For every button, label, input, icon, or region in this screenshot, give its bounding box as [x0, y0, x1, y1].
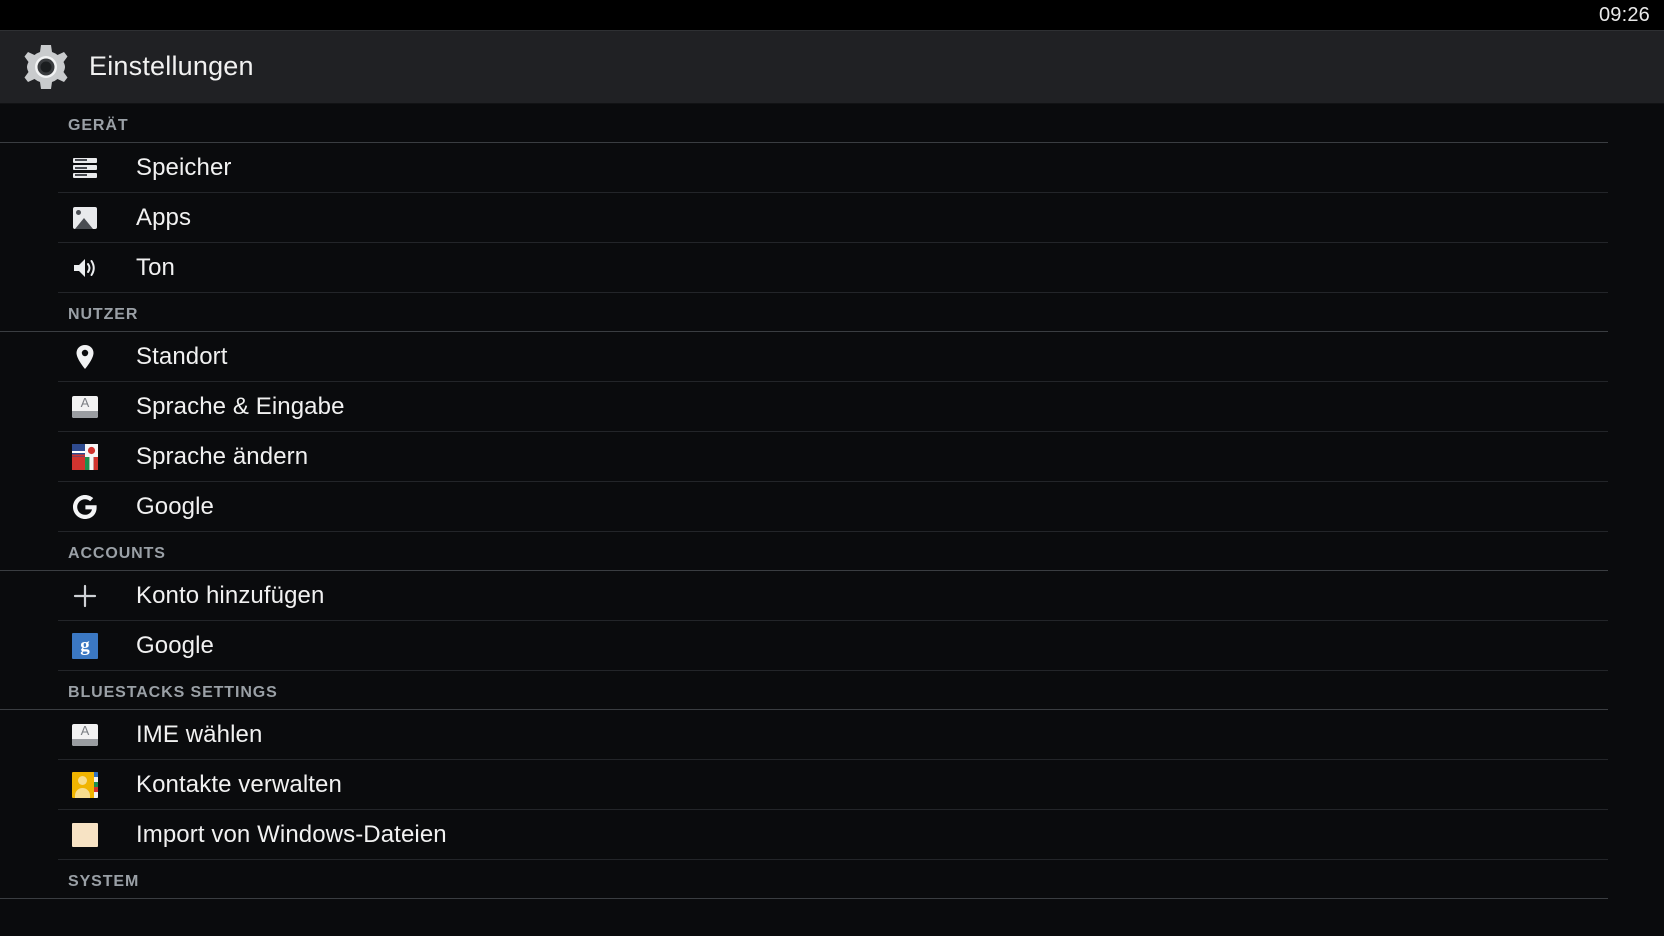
- list-item-label: Speicher: [136, 153, 232, 181]
- plus-icon: [58, 583, 112, 609]
- page-title: Einstellungen: [89, 51, 254, 81]
- list-item-label: Sprache ändern: [136, 442, 309, 470]
- storage-icon: [58, 157, 112, 178]
- list-item-label: IME wählen: [136, 720, 263, 748]
- keyboard-icon: A: [58, 723, 112, 746]
- list-item-add-account[interactable]: Konto hinzufügen: [58, 571, 1608, 621]
- list-item-choose-ime[interactable]: A IME wählen: [58, 710, 1608, 760]
- google-account-icon: g: [58, 632, 112, 659]
- list-item-label: Sprache & Eingabe: [136, 392, 345, 420]
- list-item-label: Standort: [136, 342, 228, 370]
- sound-speaker-icon: [58, 256, 112, 280]
- action-bar: Einstellungen: [0, 30, 1664, 104]
- list-item-label: Ton: [136, 253, 175, 281]
- section-header-accounts: ACCOUNTS: [0, 532, 1608, 571]
- list-item-manage-contacts[interactable]: Kontakte verwalten: [58, 760, 1608, 810]
- gear-icon[interactable]: [18, 39, 74, 95]
- location-pin-icon: [58, 344, 112, 370]
- apps-image-icon: [58, 206, 112, 229]
- status-bar: 09:26: [0, 0, 1664, 30]
- list-item-import-windows-files[interactable]: Import von Windows-Dateien: [58, 810, 1608, 860]
- list-item-label: Import von Windows-Dateien: [136, 820, 447, 848]
- list-item-label: Google: [136, 631, 214, 659]
- list-item-storage[interactable]: Speicher: [58, 143, 1608, 193]
- list-item-label: Kontakte verwalten: [136, 770, 342, 798]
- google-g-icon: [58, 493, 112, 521]
- section-header-device: GERÄT: [0, 104, 1608, 143]
- section-header-user: NUTZER: [0, 293, 1608, 332]
- section-header-bluestacks: BLUESTACKS SETTINGS: [0, 671, 1608, 710]
- list-item-label: Apps: [136, 203, 192, 231]
- list-item-label: Konto hinzufügen: [136, 581, 325, 609]
- list-item-language-input[interactable]: A Sprache & Eingabe: [58, 382, 1608, 432]
- list-item-location[interactable]: Standort: [58, 332, 1608, 382]
- keyboard-icon: A: [58, 395, 112, 418]
- section-header-system: SYSTEM: [0, 860, 1608, 899]
- contacts-icon: [58, 771, 112, 798]
- status-clock: 09:26: [1598, 3, 1650, 26]
- settings-list[interactable]: GERÄT Speicher Apps Ton NUTZER Standort …: [0, 104, 1664, 936]
- flags-icon: [58, 443, 112, 470]
- folder-icon: [58, 822, 112, 847]
- list-item-label: Google: [136, 492, 214, 520]
- list-item-google-account[interactable]: g Google: [58, 621, 1608, 671]
- list-item-google-settings[interactable]: Google: [58, 482, 1608, 532]
- list-item-apps[interactable]: Apps: [58, 193, 1608, 243]
- list-item-sound[interactable]: Ton: [58, 243, 1608, 293]
- list-item-change-language[interactable]: Sprache ändern: [58, 432, 1608, 482]
